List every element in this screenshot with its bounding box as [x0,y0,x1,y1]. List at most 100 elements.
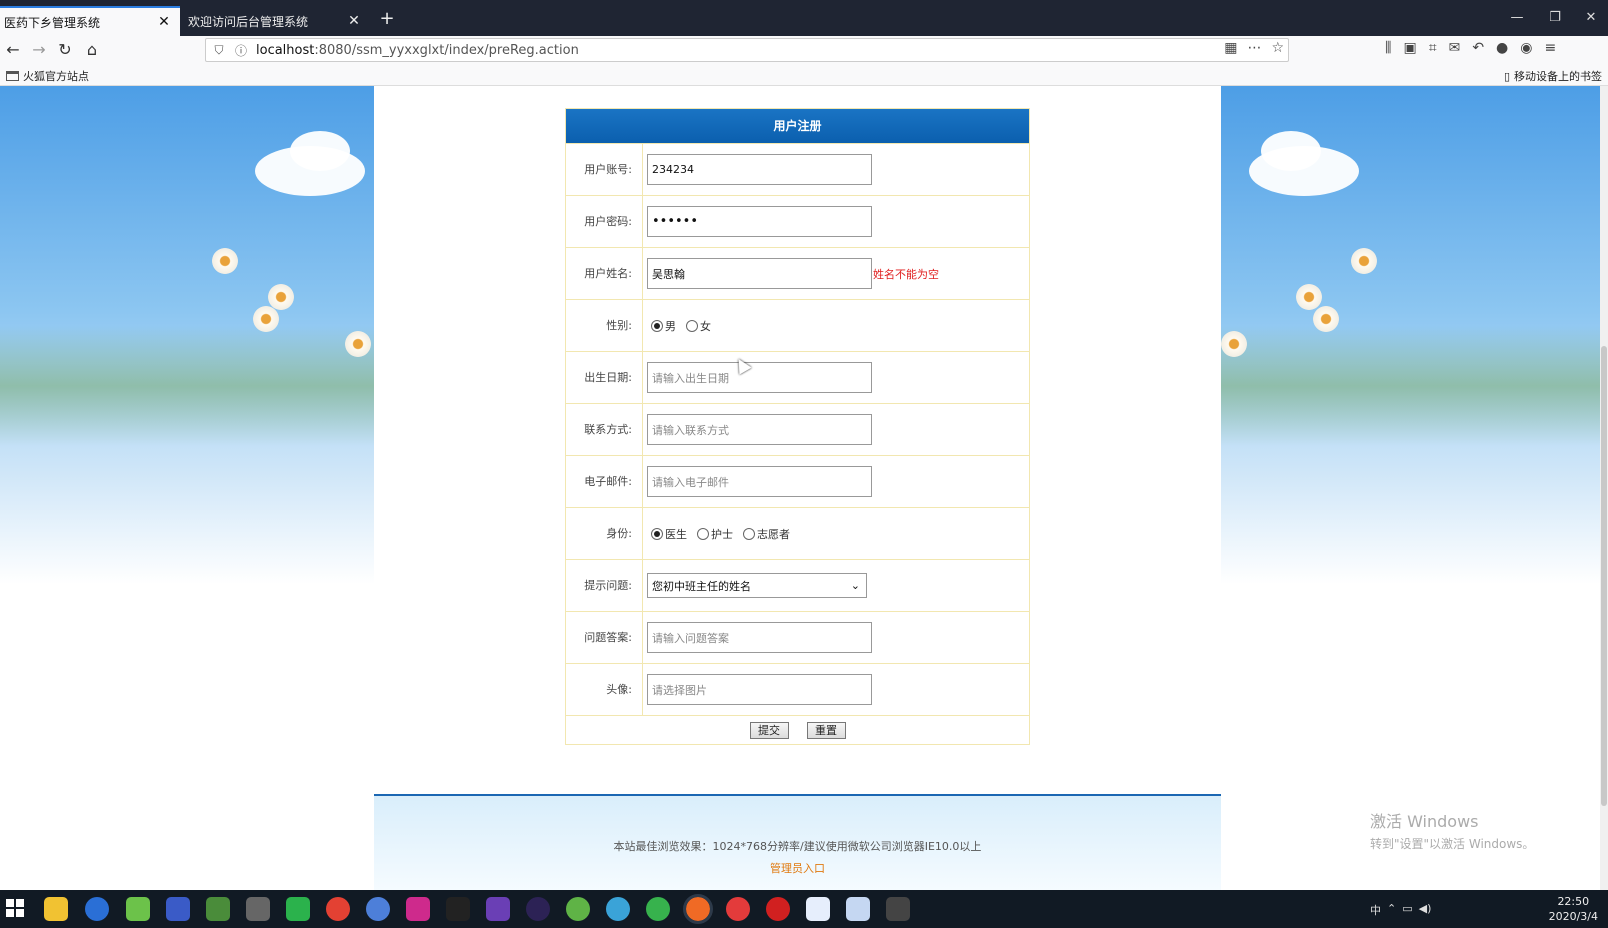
app-icon[interactable] [646,897,670,921]
bookmark-mobile[interactable]: ▯ 移动设备上的书签 [1504,68,1602,84]
tab-inactive[interactable]: 欢迎访问后台管理系统 ✕ [184,6,370,36]
chat-icon[interactable]: ✉ [1449,40,1461,56]
footer-notice: 本站最佳浏览效果：1024*768分辨率/建议使用微软公司浏览器IE10.0以上 [613,840,982,853]
reset-button[interactable]: 重置 [806,721,846,739]
menu-icon[interactable]: ≡ [1544,40,1556,56]
admin-entry-link[interactable]: 管理员入口 [374,860,1221,876]
scrollbar-thumb[interactable] [1601,346,1607,806]
password-input[interactable]: •••••• [647,206,872,237]
radio-unchecked-icon [686,319,698,332]
home-icon[interactable]: ⌂ [81,39,103,61]
ime-indicator[interactable]: 中 [1370,902,1381,918]
avatar-input[interactable]: 请选择图片 [647,674,872,705]
flower-image [1296,284,1322,310]
app-icon[interactable] [806,897,830,921]
submit-button[interactable]: 提交 [749,721,789,739]
folder-icon [6,71,19,81]
firefox-icon[interactable] [683,894,713,924]
library-icon[interactable]: ⫼ [1385,40,1391,56]
more-actions-icon[interactable]: ⋯ [1247,40,1261,56]
chevron-up-icon[interactable]: ⌃ [1387,902,1396,918]
app-icon[interactable] [846,897,870,921]
birthday-label: 出生日期: [566,352,643,403]
account-input[interactable]: 234234 [647,154,872,185]
answer-input[interactable]: 请输入问题答案 [647,622,872,653]
url-actions: ▦ ⋯ ☆ [1224,40,1284,56]
reload-icon[interactable]: ↻ [54,39,76,61]
grass-image [1221,326,1608,446]
bookmark-firefox-sites[interactable]: 火狐官方站点 [6,68,89,84]
close-tab-icon[interactable]: ✕ [156,14,172,30]
tab-title: 医药下乡管理系统 [4,15,101,30]
browser-icon[interactable] [366,897,390,921]
tab-active[interactable]: 医药下乡管理系统 ✕ [0,6,180,36]
ide-icon[interactable] [406,897,430,921]
undo-icon[interactable]: ↶ [1472,40,1484,56]
shield-icon[interactable]: ⛉ [210,43,228,58]
eclipse-icon[interactable] [526,897,550,921]
tools-icon[interactable] [246,897,270,921]
gender-female-radio[interactable]: 女 [686,318,711,334]
network-icon[interactable]: ▭ [1402,902,1412,918]
radio-checked-icon [651,319,663,332]
back-icon[interactable]: ← [2,39,24,61]
row-password: 用户密码: •••••• [566,195,1029,247]
chrome-icon[interactable] [726,897,750,921]
app-icon[interactable] [566,897,590,921]
close-tab-icon[interactable]: ✕ [346,13,362,29]
bookmark-star-icon[interactable]: ☆ [1271,40,1284,56]
new-tab-icon[interactable]: + [376,8,398,30]
email-input[interactable]: 请输入电子邮件 [647,466,872,497]
phone-input[interactable]: 请输入联系方式 [647,414,872,445]
close-window-icon[interactable]: ✕ [1576,8,1606,28]
restore-icon[interactable]: ❐ [1540,8,1570,28]
extension-icon[interactable]: ● [1496,40,1508,56]
row-name: 用户姓名: 吴思翰 姓名不能为空 [566,247,1029,299]
phone-label: 联系方式: [566,404,643,455]
opera-icon[interactable] [766,897,790,921]
file-explorer-icon[interactable] [44,897,68,921]
page-scrollbar[interactable] [1600,86,1608,890]
url-bar[interactable]: ⛉ ⓘ localhost:8080/ssm_yyxxglxt/index/pr… [205,38,1289,62]
volume-icon[interactable]: ◀) [1419,902,1432,918]
app-icon[interactable] [606,897,630,921]
visual-studio-icon[interactable] [486,897,510,921]
watermark-line1: 激活 Windows [1370,812,1479,831]
gender-male-radio[interactable]: 男 [651,318,676,334]
app-icon[interactable] [886,897,910,921]
clock-time: 22:50 [1557,895,1590,908]
birthday-input[interactable]: 请输入出生日期 [647,362,872,393]
windows-start-icon[interactable] [6,899,24,917]
url-host: localhost [256,42,315,58]
background-scene-right [1221,86,1608,506]
radio-unchecked-icon [697,527,709,540]
sidebar-icon[interactable]: ▣ [1403,40,1416,56]
qq-icon[interactable] [446,897,470,921]
radio-label: 志愿者 [757,527,790,541]
forward-icon[interactable]: → [28,39,50,61]
minimize-icon[interactable]: — [1502,8,1532,28]
account-icon[interactable]: ◉ [1520,40,1532,56]
question-select[interactable]: 您初中班主任的姓名 ⌄ [647,573,867,598]
name-input[interactable]: 吴思翰 [647,258,872,289]
app-icon[interactable] [166,897,190,921]
qr-code-icon[interactable]: ▦ [1224,40,1237,56]
question-label: 提示问题: [566,560,643,611]
app-icon[interactable] [206,897,230,921]
role-doctor-radio[interactable]: 医生 [651,526,687,542]
radio-checked-icon [651,527,663,540]
wechat-icon[interactable] [286,897,310,921]
flower-image [212,248,238,274]
windows-activation-watermark: 激活 Windows 转到"设置"以激活 Windows。 [1370,808,1534,852]
role-nurse-radio[interactable]: 护士 [697,526,733,542]
app-icon[interactable] [126,897,150,921]
browser-icon[interactable] [85,897,109,921]
form-actions: 提交 重置 [566,715,1029,744]
grass-image [0,326,374,446]
chrome-icon[interactable] [326,897,350,921]
role-volunteer-radio[interactable]: 志愿者 [743,526,790,542]
screenshot-icon[interactable]: ⌗ [1429,40,1437,56]
account-label: 用户账号: [566,144,643,195]
info-icon[interactable]: ⓘ [232,42,250,59]
clock[interactable]: 22:50 2020/3/4 [1549,894,1598,924]
